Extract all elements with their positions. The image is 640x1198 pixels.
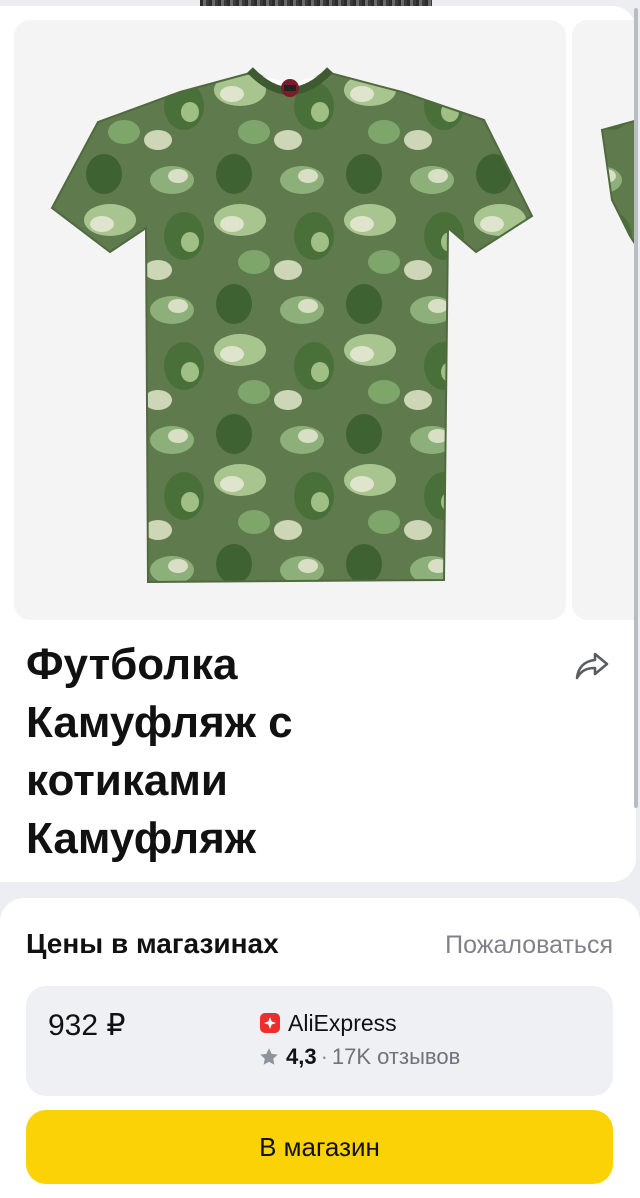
share-arrow-icon (575, 652, 609, 680)
product-gallery[interactable] (14, 20, 636, 620)
shop-row: AliExpress (260, 1010, 397, 1036)
aliexpress-logo-icon (260, 1013, 280, 1033)
share-button[interactable] (570, 646, 614, 686)
product-title: Футболка Камуфляж с котиками Камуфляж (26, 640, 293, 863)
complain-link[interactable]: Пожаловаться (445, 928, 613, 962)
offer-card[interactable]: 932 ₽ AliExpress 4,3 · 17K отзывов (26, 986, 613, 1096)
go-to-store-button[interactable]: В магазин (26, 1110, 613, 1184)
tshirt-image-next (600, 119, 636, 248)
scrollbar[interactable] (634, 8, 638, 808)
star-icon (260, 1048, 278, 1065)
rating-separator: · (320, 1044, 328, 1069)
next-photo-peek[interactable] (572, 20, 636, 620)
prices-heading: Цены в магазинах (26, 928, 279, 959)
reviews-count: 17K отзывов (331, 1044, 461, 1069)
rating-value: 4,3 (286, 1044, 317, 1069)
rating-row: 4,3 · 17K отзывов (258, 1044, 460, 1070)
tshirt-image (50, 67, 534, 584)
offer-price: 932 ₽ (48, 1009, 126, 1042)
product-photo[interactable] (14, 20, 566, 620)
shop-name: AliExpress (288, 1010, 397, 1036)
product-card: Футболка Камуфляж с котиками Камуфляж (0, 6, 636, 882)
